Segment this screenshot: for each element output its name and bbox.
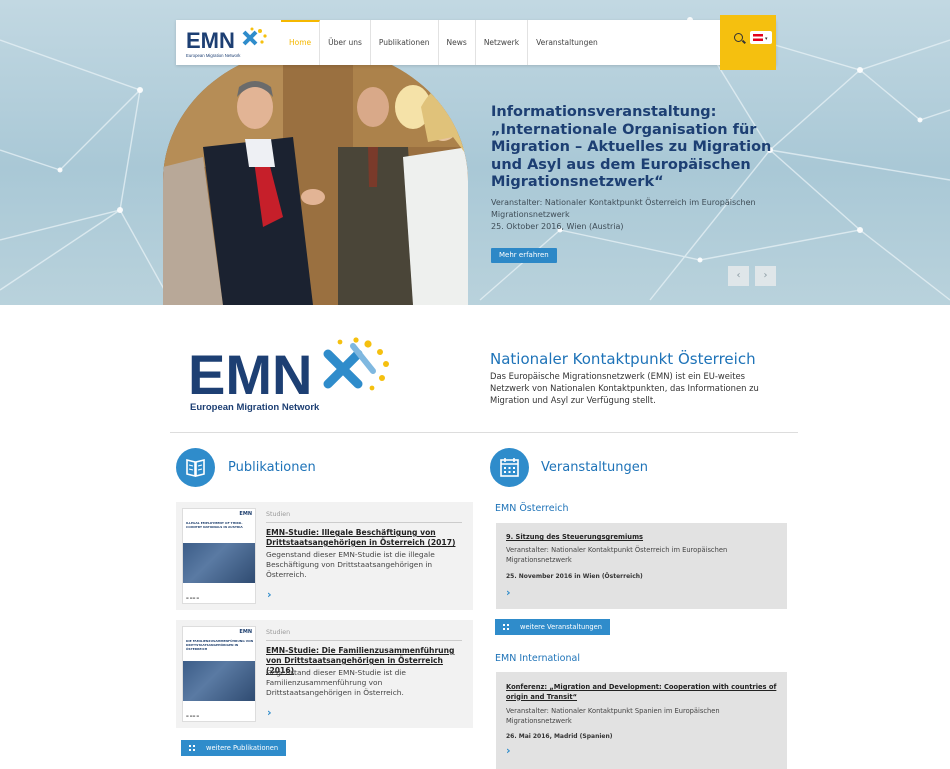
chevron-down-icon: ▾ bbox=[765, 36, 768, 42]
nav-item-home[interactable]: Home bbox=[281, 20, 321, 65]
intro-text: Das Europäische Migrationsnetzwerk (EMN)… bbox=[490, 371, 759, 406]
event-photo bbox=[163, 47, 468, 305]
event-title-link[interactable]: Konferenz: „Migration and Development: C… bbox=[506, 683, 781, 702]
event-date: 25. November 2016 in Wien (Österreich) bbox=[506, 573, 643, 580]
language-selector[interactable]: ▾ bbox=[750, 31, 772, 44]
publication-title-link[interactable]: EMN-Studie: Illegale Beschäftigung von D… bbox=[266, 528, 466, 548]
more-info-button[interactable]: Mehr erfahren bbox=[491, 248, 557, 263]
book-icon bbox=[176, 448, 215, 487]
publication-card: EMN ILLEGAL EMPLOYMENT OF THIRD-COUNTRY … bbox=[176, 502, 473, 610]
event-organizer: Veranstalter: Nationaler Kontaktpunkt Sp… bbox=[506, 707, 720, 725]
emn-stars-icon bbox=[242, 27, 267, 46]
publication-description: Gegenstand dieser EMN-Studie ist die Fam… bbox=[266, 668, 406, 697]
nav-item-ueber-uns[interactable]: Über uns bbox=[320, 20, 371, 65]
emn-logo[interactable]: EMN European Migration Network bbox=[186, 26, 272, 60]
emn-oesterreich-heading: EMN Österreich bbox=[495, 503, 569, 514]
grid-icon bbox=[503, 624, 509, 630]
publication-description: Gegenstand dieser EMN-Studie ist die ill… bbox=[266, 550, 435, 579]
publikationen-heading[interactable]: Publikationen bbox=[228, 460, 316, 475]
hero-content: Informationsveranstaltung: „Internationa… bbox=[491, 104, 791, 233]
chevron-right-icon[interactable]: › bbox=[267, 706, 272, 719]
svg-text:EMN: EMN bbox=[186, 28, 235, 53]
event-title-link[interactable]: 9. Sitzung des Steuerungsgremiums bbox=[506, 533, 781, 543]
section-divider bbox=[170, 432, 798, 433]
publication-cover[interactable]: EMN DIE FAMILIENZUSAMMENFÜHRUNG VON DRIT… bbox=[182, 626, 256, 722]
nav-item-publikationen[interactable]: Publikationen bbox=[371, 20, 439, 65]
intro-title: Nationaler Kontaktpunkt Österreich bbox=[490, 350, 756, 368]
chevron-right-icon[interactable]: › bbox=[267, 588, 272, 601]
svg-text:European Migration Network: European Migration Network bbox=[190, 402, 320, 413]
event-date: 26. Mai 2016, Madrid (Spanien) bbox=[506, 733, 613, 740]
nav-menu: Home Über uns Publikationen News Netzwer… bbox=[281, 20, 606, 65]
emn-stars-icon bbox=[323, 337, 389, 391]
publication-category: Studien bbox=[266, 511, 291, 518]
event-card: 9. Sitzung des Steuerungsgremiums Verans… bbox=[496, 523, 787, 609]
more-events-button[interactable]: weitere Veranstaltungen bbox=[495, 619, 611, 635]
veranstaltungen-heading[interactable]: Veranstaltungen bbox=[541, 460, 648, 475]
emn-international-heading: EMN International bbox=[495, 653, 580, 664]
hero-banner: EMN European Migration Network Home Über… bbox=[0, 0, 950, 305]
austria-flag-icon bbox=[753, 34, 763, 41]
grid-icon bbox=[189, 745, 195, 751]
hero-title[interactable]: Informationsveranstaltung: „Internationa… bbox=[491, 104, 791, 192]
publication-cover[interactable]: EMN ILLEGAL EMPLOYMENT OF THIRD-COUNTRY … bbox=[182, 508, 256, 604]
chevron-right-icon[interactable]: › bbox=[506, 744, 511, 757]
search-icon[interactable] bbox=[734, 33, 743, 42]
slider-next-button[interactable]: › bbox=[755, 266, 776, 286]
nav-item-veranstaltungen[interactable]: Veranstaltungen bbox=[528, 20, 606, 65]
nav-item-news[interactable]: News bbox=[439, 20, 476, 65]
publication-card: EMN DIE FAMILIENZUSAMMENFÜHRUNG VON DRIT… bbox=[176, 620, 473, 728]
svg-text:EMN: EMN bbox=[188, 343, 312, 406]
nav-item-netzwerk[interactable]: Netzwerk bbox=[476, 20, 529, 65]
main-navigation: EMN European Migration Network Home Über… bbox=[176, 15, 776, 70]
svg-text:European Migration Network: European Migration Network bbox=[186, 53, 241, 58]
event-card: Konferenz: „Migration and Development: C… bbox=[496, 672, 787, 769]
hero-date: 25. Oktober 2016, Wien (Austria) bbox=[491, 221, 624, 231]
publication-category: Studien bbox=[266, 629, 291, 636]
hero-organizer: Veranstalter: Nationaler Kontaktpunkt Ös… bbox=[491, 197, 756, 219]
nav-utility-box: ▾ bbox=[720, 15, 776, 70]
calendar-icon bbox=[490, 448, 529, 487]
chevron-right-icon[interactable]: › bbox=[506, 586, 511, 599]
more-publications-button[interactable]: weitere Publikationen bbox=[181, 740, 287, 756]
emn-large-logo: EMN European Migration Network bbox=[188, 336, 398, 416]
event-organizer: Veranstalter: Nationaler Kontaktpunkt Ös… bbox=[506, 546, 728, 564]
slider-prev-button[interactable]: ‹ bbox=[728, 266, 749, 286]
